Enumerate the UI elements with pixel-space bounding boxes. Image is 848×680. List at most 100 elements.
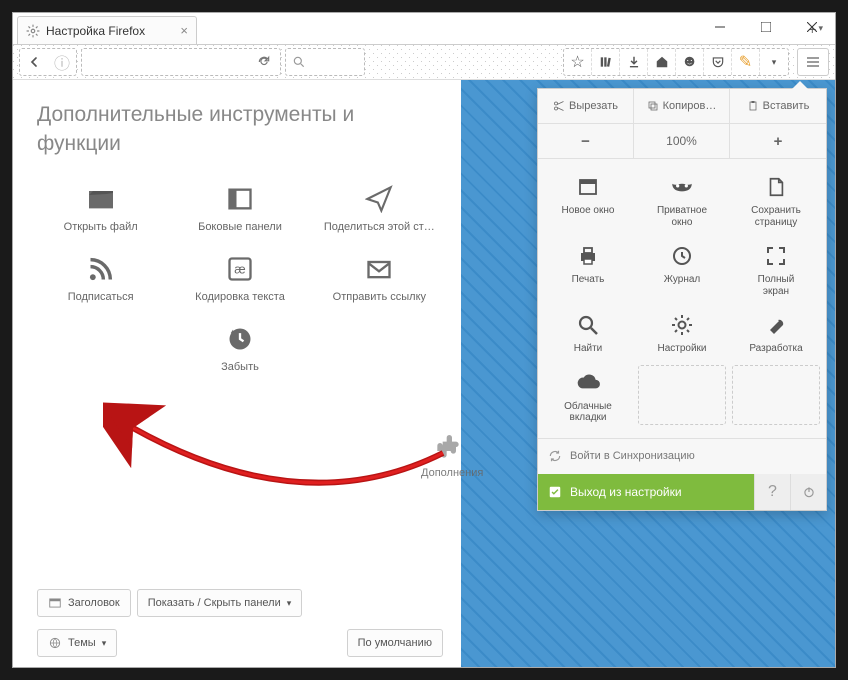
tool-send-link[interactable]: Отправить ссылку xyxy=(316,247,443,309)
browser-window: Настройка Firefox × + ▾ ⓘ ☆ xyxy=(12,12,836,668)
cut-button[interactable]: Вырезать xyxy=(538,89,634,123)
menu-new-window[interactable]: Новое окно xyxy=(542,167,634,234)
tool-share[interactable]: Поделиться этой ст… xyxy=(316,177,443,239)
menu-drop-zone: Вырезать Копиров… Вставить − 100% + Ново… xyxy=(461,80,835,667)
home-icon[interactable] xyxy=(648,49,676,75)
printer-icon xyxy=(574,242,602,270)
paste-button[interactable]: Вставить xyxy=(730,89,826,123)
pencil-icon[interactable]: ✎ xyxy=(732,49,760,75)
pocket-icon[interactable] xyxy=(704,49,732,75)
menu-placeholder[interactable] xyxy=(732,365,820,425)
envelope-icon xyxy=(363,253,395,285)
clipboard-icon xyxy=(747,100,759,112)
close-icon[interactable]: × xyxy=(180,23,188,38)
dragging-addons-item[interactable]: Дополнения xyxy=(421,431,483,479)
hamburger-button[interactable] xyxy=(797,48,829,76)
customize-footer: Заголовок Показать / Скрыть панели ▾ Тем… xyxy=(37,589,443,657)
globe-icon xyxy=(48,636,62,650)
folder-icon xyxy=(85,183,117,215)
sidebar-icon xyxy=(224,183,256,215)
zoom-out-button[interactable]: − xyxy=(538,124,634,158)
search-icon xyxy=(292,55,306,69)
menu-save-page[interactable]: Сохранитьстраницу xyxy=(730,167,822,234)
check-icon xyxy=(548,485,562,499)
menu-grid: Новое окно Приватноеокно Сохранитьстрани… xyxy=(538,159,826,438)
menu-developer[interactable]: Разработка xyxy=(730,305,822,361)
toolbar: ⓘ ☆ ☻ ✎ ▾ xyxy=(13,44,835,80)
themes-button[interactable]: Темы ▾ xyxy=(37,629,117,657)
tool-forget[interactable]: Забыть xyxy=(176,317,303,379)
menu-synced-tabs[interactable]: Облачныевкладки xyxy=(542,363,634,430)
zoom-in-button[interactable]: + xyxy=(730,124,826,158)
nav-buttons: ⓘ xyxy=(19,48,77,76)
tool-sidebars[interactable]: Боковые панели xyxy=(176,177,303,239)
chevron-down-icon: ▾ xyxy=(287,598,292,609)
gear-icon xyxy=(668,311,696,339)
menu-find[interactable]: Найти xyxy=(542,305,634,361)
zoom-row: − 100% + xyxy=(538,124,826,159)
window-controls xyxy=(697,13,835,41)
mask-icon xyxy=(668,173,696,201)
wrench-icon xyxy=(762,311,790,339)
sync-sign-in[interactable]: Войти в Синхронизацию xyxy=(538,438,826,474)
titlebar-toggle[interactable]: Заголовок xyxy=(37,589,131,617)
tool-grid: Открыть файл Боковые панели Поделиться э… xyxy=(37,177,443,379)
forget-icon xyxy=(224,323,256,355)
power-button[interactable] xyxy=(790,474,826,510)
menu-private-window[interactable]: Приватноеокно xyxy=(636,167,728,234)
exit-row: Выход из настройки ? xyxy=(538,474,826,510)
menu-placeholder[interactable] xyxy=(638,365,726,425)
tab-settings[interactable]: Настройка Firefox × xyxy=(17,16,197,44)
toolbar-icons: ☆ ☻ ✎ ▾ xyxy=(563,48,789,76)
minimize-button[interactable] xyxy=(697,13,743,41)
fullscreen-icon xyxy=(762,242,790,270)
cloud-icon xyxy=(574,369,602,397)
clock-icon xyxy=(668,242,696,270)
help-button[interactable]: ? xyxy=(754,474,790,510)
exit-customize-button[interactable]: Выход из настройки xyxy=(538,474,754,510)
window-icon xyxy=(574,173,602,201)
window-icon xyxy=(48,596,62,610)
toggle-toolbars[interactable]: Показать / Скрыть панели ▾ xyxy=(137,589,303,617)
tool-open-file[interactable]: Открыть файл xyxy=(37,177,164,239)
chevron-down-icon: ▾ xyxy=(102,638,107,649)
url-input[interactable] xyxy=(86,51,248,73)
face-icon[interactable]: ☻ xyxy=(676,49,704,75)
drag-label: Дополнения xyxy=(421,467,483,479)
scissors-icon xyxy=(553,100,565,112)
back-button[interactable] xyxy=(20,49,48,75)
menu-panel: Вырезать Копиров… Вставить − 100% + Ново… xyxy=(537,88,827,511)
copy-icon xyxy=(647,100,659,112)
gear-icon xyxy=(26,24,40,38)
search-bar[interactable] xyxy=(285,48,365,76)
url-bar[interactable] xyxy=(81,48,281,76)
search-icon xyxy=(574,311,602,339)
close-button[interactable] xyxy=(789,13,835,41)
menu-history[interactable]: Журнал xyxy=(636,236,728,303)
info-icon[interactable]: ⓘ xyxy=(48,49,76,75)
tab-title: Настройка Firefox xyxy=(46,24,145,38)
defaults-button[interactable]: По умолчанию xyxy=(347,629,443,657)
pane-title: Дополнительные инструменты и функции xyxy=(37,100,443,159)
rss-icon xyxy=(85,253,117,285)
edit-row: Вырезать Копиров… Вставить xyxy=(538,89,826,124)
maximize-button[interactable] xyxy=(743,13,789,41)
reload-button[interactable] xyxy=(252,55,276,69)
zoom-value: 100% xyxy=(634,124,730,158)
tool-encoding[interactable]: æ Кодировка текста xyxy=(176,247,303,309)
menu-print[interactable]: Печать xyxy=(542,236,634,303)
page-icon xyxy=(762,173,790,201)
puzzle-icon xyxy=(436,431,468,463)
copy-button[interactable]: Копиров… xyxy=(634,89,730,123)
paper-plane-icon xyxy=(363,183,395,215)
chevron-down-icon[interactable]: ▾ xyxy=(760,49,788,75)
library-icon[interactable] xyxy=(592,49,620,75)
customize-pane: Дополнительные инструменты и функции Отк… xyxy=(13,80,461,667)
sync-icon xyxy=(548,449,562,463)
tool-subscribe[interactable]: Подписаться xyxy=(37,247,164,309)
menu-fullscreen[interactable]: Полныйэкран xyxy=(730,236,822,303)
encoding-icon: æ xyxy=(224,253,256,285)
bookmark-icon[interactable]: ☆ xyxy=(564,49,592,75)
download-icon[interactable] xyxy=(620,49,648,75)
menu-settings[interactable]: Настройки xyxy=(636,305,728,361)
